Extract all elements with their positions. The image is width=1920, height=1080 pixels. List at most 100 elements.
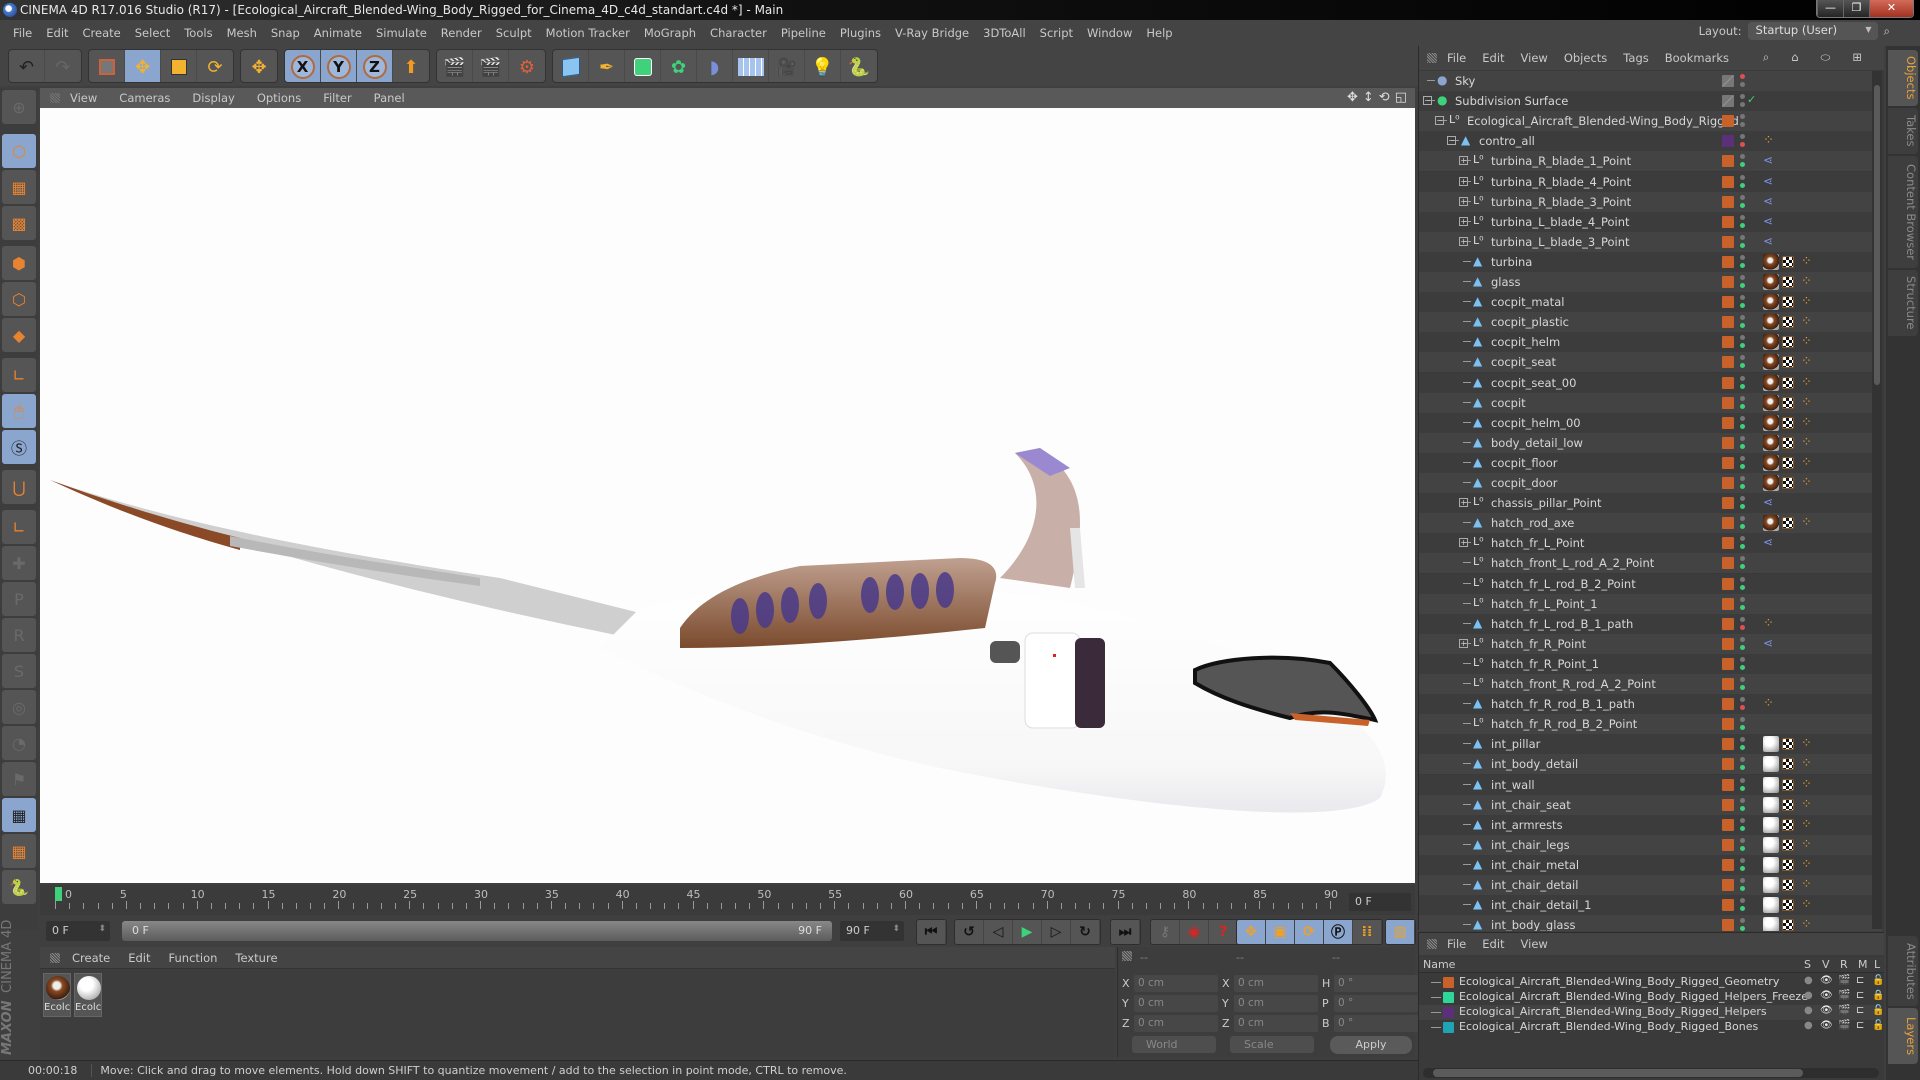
keyframe-selection-icon[interactable]: ? [1209,920,1238,944]
render-visibility-dot[interactable] [1740,825,1745,831]
layer-color-swatch[interactable] [1722,858,1734,871]
toggle-layout-icon[interactable]: ◱ [1395,90,1407,105]
texture-tag-icon[interactable] [1763,274,1779,290]
expand-toggle-icon[interactable]: + [1459,176,1468,186]
manager-toggle-icon[interactable]: ⊏ [1856,1005,1864,1016]
viewport-menu-cameras[interactable]: Cameras [119,91,170,105]
render-visibility-dot[interactable] [1740,202,1745,208]
object-name[interactable]: chassis_pillar_Point [1491,496,1602,510]
weight-tag-icon[interactable]: ⁘ [1801,777,1817,793]
zoom-view-icon[interactable]: ↕ [1363,90,1374,105]
menu-snap[interactable]: Snap [271,26,300,40]
object-name[interactable]: cocpit_matal [1491,295,1564,309]
col-locked[interactable]: L [1874,958,1880,971]
object-name[interactable]: int_chair_metal [1491,858,1579,872]
lock-workplane-icon[interactable]: ▦ [2,798,36,832]
uvw-tag-icon[interactable] [1782,356,1794,369]
texture-tag-icon[interactable] [1763,294,1779,311]
menu-edit[interactable]: Edit [46,26,68,40]
tab-content-browser[interactable]: Content Browser [1888,156,1918,268]
object-name[interactable]: hatch_fr_R_Point [1491,637,1586,651]
material-menu-create[interactable]: Create [72,951,110,965]
menu-file[interactable]: File [13,26,32,40]
solo-toggle-icon[interactable]: ● [1804,1005,1813,1016]
layer-color-swatch[interactable] [1443,977,1454,988]
editor-visibility-dot[interactable] [1740,94,1745,100]
object-name[interactable]: Subdivision Surface [1455,94,1568,108]
texture-tag-icon[interactable] [1763,856,1779,873]
constraint-tag-icon[interactable]: ⋖ [1763,214,1779,230]
layer-color-swatch[interactable] [1722,235,1734,248]
weight-tag-icon[interactable]: ⁘ [1801,837,1817,853]
editor-visibility-dot[interactable] [1740,275,1745,280]
texture-mode-icon[interactable]: ▦ [2,170,36,204]
pose-pin-icon[interactable]: ⚑ [2,762,36,796]
panel-grip[interactable] [1427,939,1437,949]
object-row[interactable]: ▲ cocpit_seat_00 ⁘ [1419,372,1882,393]
layer-color-swatch[interactable] [1722,155,1734,168]
menu-select[interactable]: Select [135,26,170,40]
object-name[interactable]: turbina [1491,255,1532,269]
visible-toggle-icon[interactable]: 👁 [1820,1020,1833,1031]
go-to-end-icon[interactable]: ⏭ [1111,920,1140,944]
object-name[interactable]: hatch_fr_L_rod_B_1_path [1491,617,1633,631]
weight-tag-icon[interactable]: ⁘ [1801,435,1817,451]
editor-visibility-dot[interactable] [1740,254,1745,260]
editor-visibility-dot[interactable] [1740,355,1745,361]
texture-tag-icon[interactable] [1763,917,1779,931]
camera-icon[interactable]: 🎥 [769,50,805,82]
uvw-tag-icon[interactable] [1782,255,1794,268]
add-joint-icon[interactable]: ✚ [2,546,36,580]
python-icon[interactable]: 🐍 [841,50,877,82]
render-visibility-dot[interactable] [1740,886,1745,891]
menu-create[interactable]: Create [83,26,121,40]
layer-color-swatch[interactable] [1722,497,1734,510]
close-button[interactable]: ✕ [1869,0,1913,17]
menu-3dtoall[interactable]: 3DToAll [983,26,1026,40]
layer-color-swatch[interactable] [1722,517,1734,530]
menu-motion-tracker[interactable]: Motion Tracker [546,26,630,40]
play-forward-icon[interactable]: ▶ [1013,920,1042,944]
render-visibility-dot[interactable] [1740,162,1745,168]
editor-visibility-dot[interactable] [1740,214,1745,220]
object-name[interactable]: hatch_fr_L_Point [1491,536,1584,550]
render-visibility-dot[interactable] [1740,845,1745,851]
material-menu-texture[interactable]: Texture [235,951,277,965]
editor-visibility-dot[interactable] [1740,496,1745,502]
editor-visibility-dot[interactable] [1740,415,1745,421]
object-name[interactable]: contro_all [1479,134,1535,148]
menu-help[interactable]: Help [1146,26,1172,40]
rotation-p-field[interactable]: 0 ° [1334,995,1418,1012]
manager-toggle-icon[interactable]: ⊏ [1856,990,1864,1001]
live-selection-icon[interactable] [89,50,125,82]
size-y-field[interactable]: 0 cm [1234,995,1318,1012]
object-row[interactable]: + L⁰ turbina_R_blade_3_Point ⋖ [1419,191,1882,212]
object-row[interactable]: ● Sky [1419,71,1882,91]
object-name[interactable]: hatch_rod_axe [1491,516,1574,530]
layer-color-swatch[interactable] [1443,992,1454,1003]
editor-visibility-dot[interactable] [1740,697,1745,703]
uvw-tag-icon[interactable] [1782,758,1794,771]
object-row[interactable]: ▲ cocpit_helm ⁘ [1419,332,1882,353]
weight-tag-icon[interactable]: ⁘ [1801,274,1817,290]
tab-attributes[interactable]: Attributes [1888,936,1918,1006]
col-manager[interactable]: M [1858,958,1868,971]
menu-tools[interactable]: Tools [184,26,212,40]
layer-color-swatch[interactable] [1722,416,1734,429]
tab-structure[interactable]: Structure [1888,270,1918,336]
pose-r-icon[interactable]: R [2,618,36,652]
layer-color-swatch[interactable] [1722,597,1734,610]
expand-toggle-icon[interactable]: + [1459,216,1468,226]
render-visibility-dot[interactable] [1740,624,1745,630]
uvw-tag-icon[interactable] [1782,517,1794,530]
menu-mesh[interactable]: Mesh [227,26,257,40]
object-name[interactable]: turbina_L_blade_4_Point [1491,215,1630,229]
render-visibility-dot[interactable] [1740,725,1745,731]
move-view-icon[interactable]: ✥ [1347,90,1358,105]
layer-color-swatch[interactable] [1722,396,1734,409]
timeline-ruler[interactable]: 0 5 10 15 20 25 30 35 40 45 50 55 60 65 70 75 80 85 90 0 F [40,885,1415,915]
editor-visibility-dot[interactable] [1740,898,1745,904]
object-name[interactable]: cocpit_helm_00 [1491,416,1581,430]
panel-grip[interactable] [1427,53,1437,63]
render-visibility-dot[interactable] [1740,122,1745,128]
